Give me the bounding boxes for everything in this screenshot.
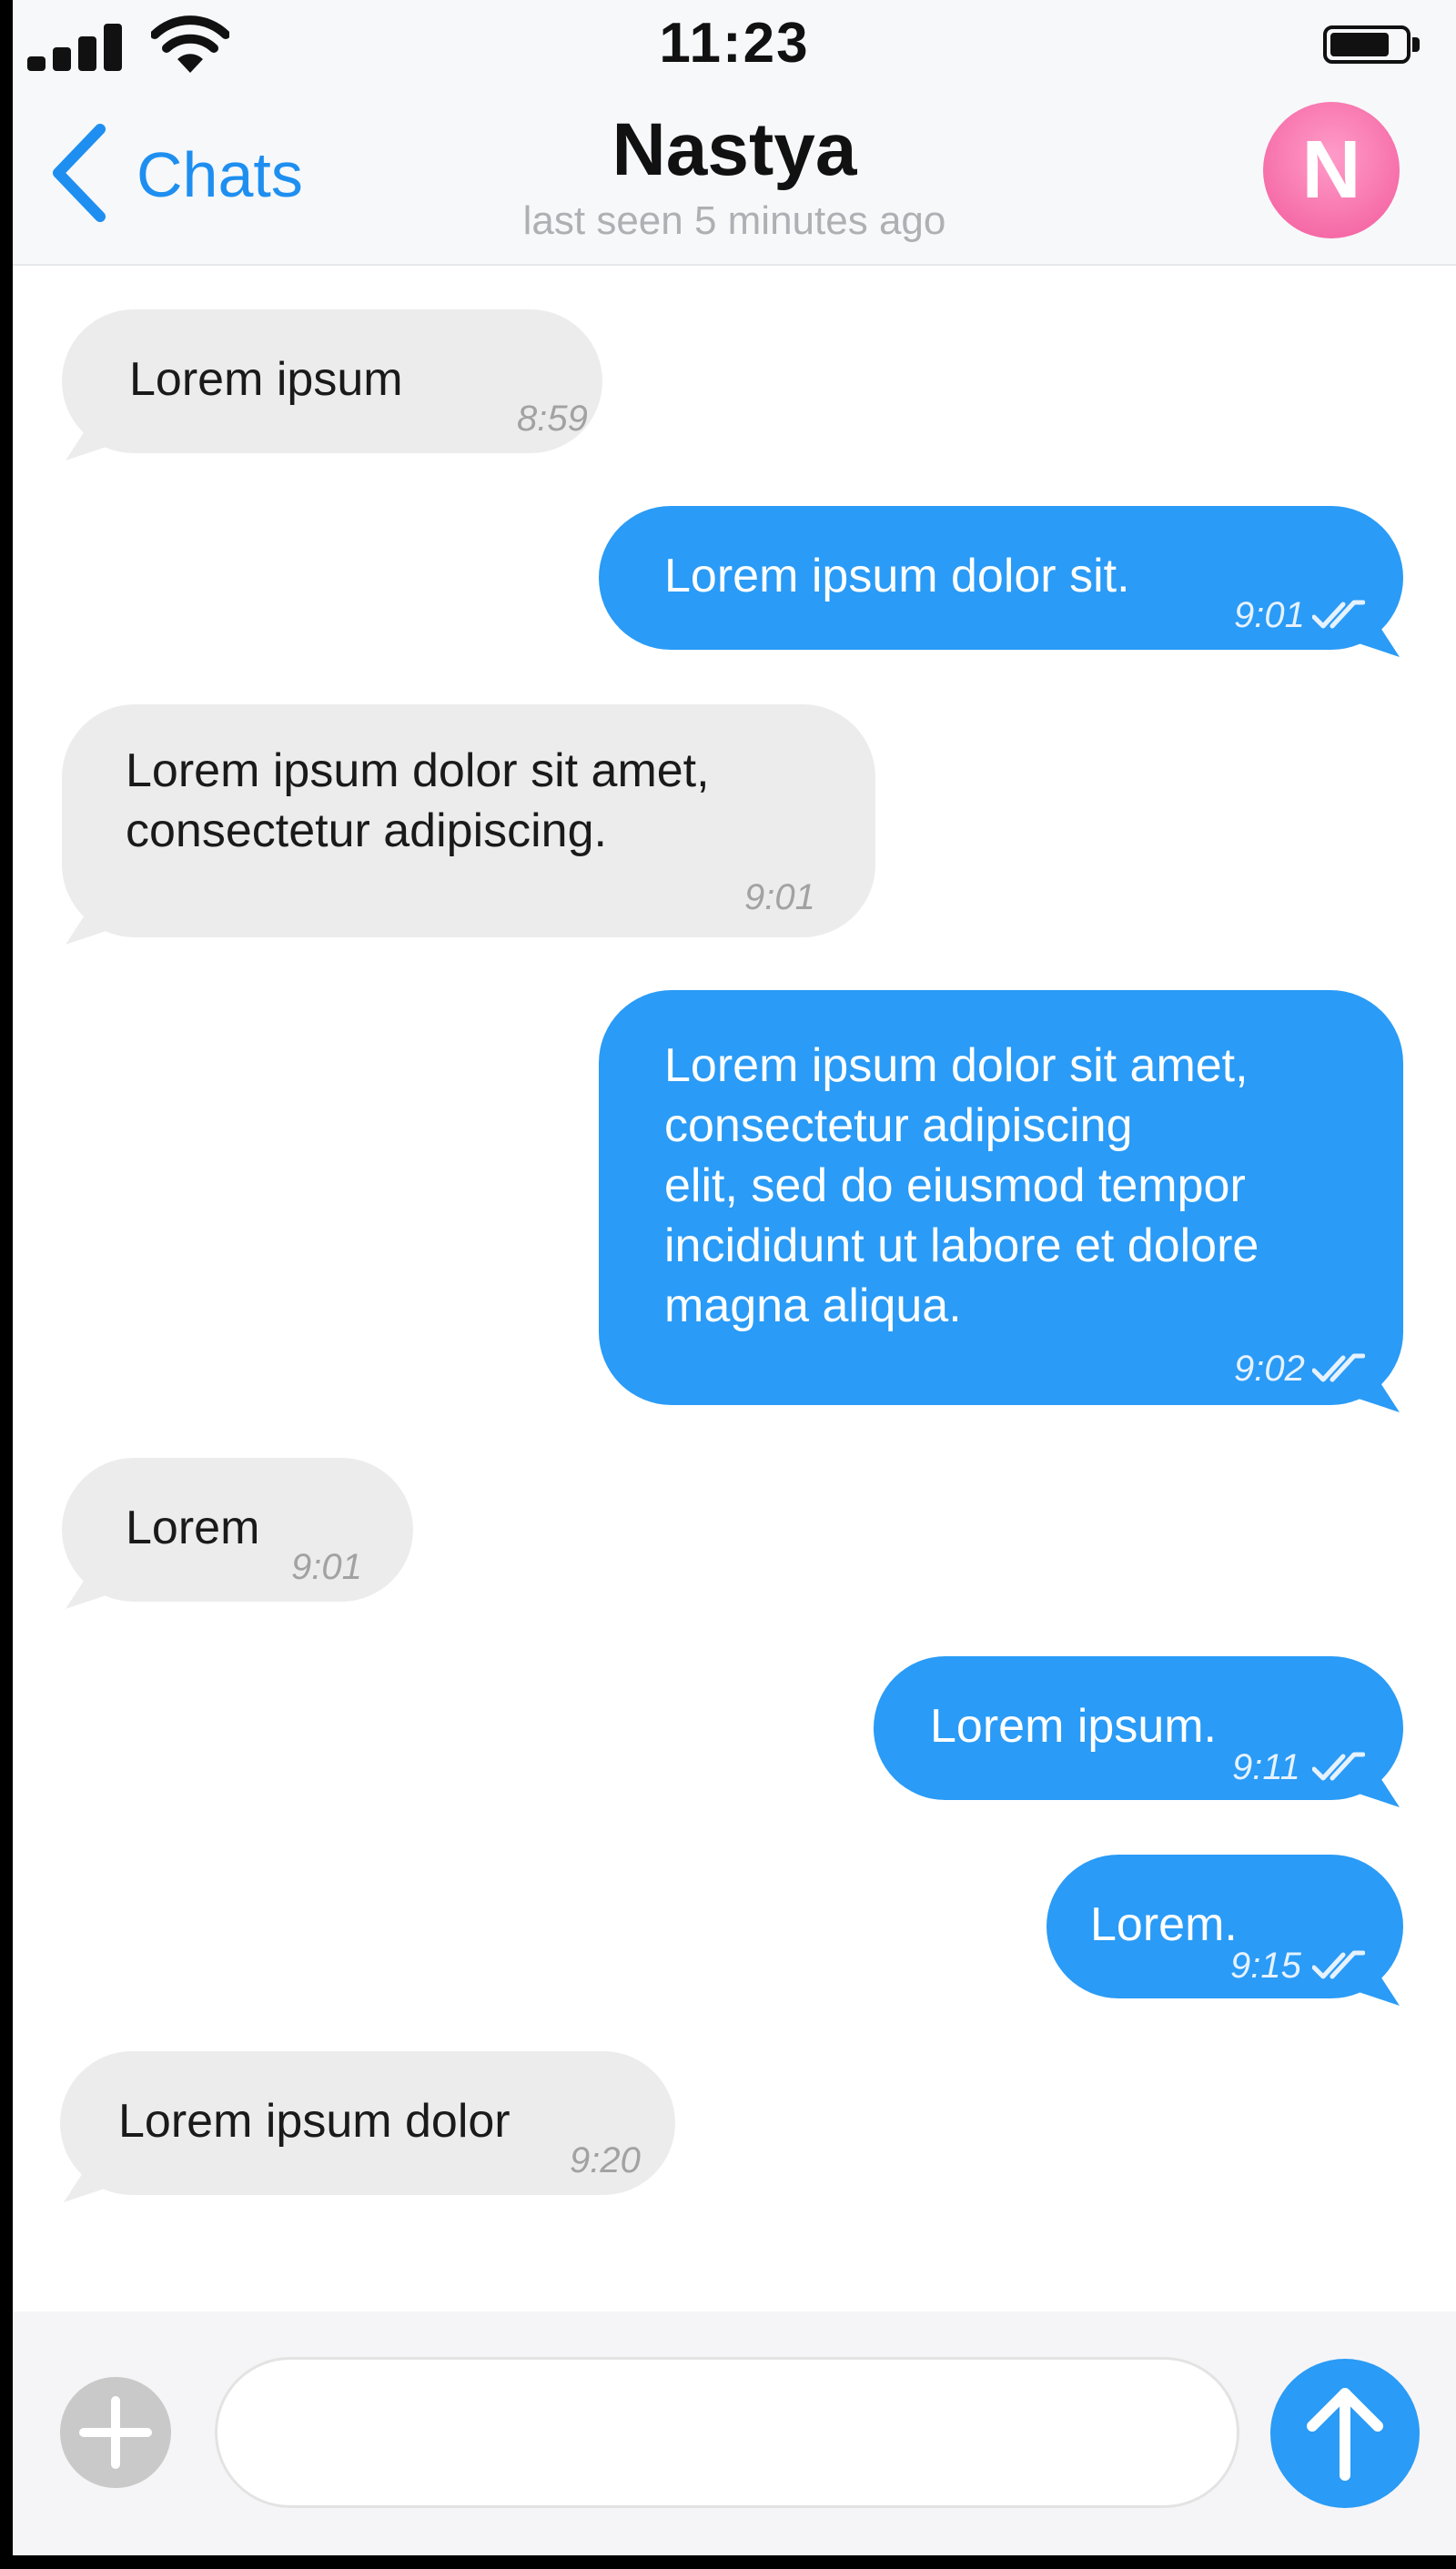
double-check-icon [1312,1752,1365,1781]
message-time: 9:11 [1232,1747,1300,1787]
message-bubble-outgoing[interactable]: Lorem ipsum. 9:11 [874,1656,1403,1807]
message-text: Lorem ipsum. [930,1700,1217,1753]
message-text: Lorem [126,1502,260,1554]
message-bubble-outgoing[interactable]: Lorem ipsum dolor sit amet, consectetur … [599,990,1403,1412]
double-check-icon [1312,600,1365,629]
avatar[interactable]: N [1263,102,1400,238]
chat-header: Chats Nastya last seen 5 minutes ago N [13,91,1456,266]
message-bubble-outgoing[interactable]: Lorem ipsum dolor sit. 9:01 [599,506,1403,657]
send-button[interactable] [1270,2359,1420,2508]
message-time: 9:15 [1230,1946,1301,1986]
composer-bar [13,2311,1456,2555]
message-text: Lorem ipsum dolor sit amet, consectetur … [126,744,710,857]
message-bubble-incoming[interactable]: Lorem 9:01 [62,1458,413,1609]
message-time: 9:01 [291,1547,362,1587]
message-time: 9:01 [744,877,815,917]
message-input[interactable] [215,2357,1239,2508]
message-text: Lorem ipsum [129,353,403,406]
message-time: 9:02 [1234,1349,1305,1389]
message-bubble-incoming[interactable]: Lorem ipsum dolor sit amet, consectetur … [62,704,875,945]
message-time: 9:20 [570,2140,641,2180]
arrow-up-icon [1307,2388,1383,2481]
chat-screen: 11:23 Chats Nastya last seen 5 minutes a… [13,0,1456,2555]
message-bubble-incoming[interactable]: Lorem ipsum 8:59 [62,309,602,460]
message-text: Lorem. [1090,1898,1238,1951]
double-check-icon [1312,1353,1365,1382]
contact-name: Nastya [612,108,857,191]
double-check-icon [1312,1950,1365,1979]
message-bubble-outgoing[interactable]: Lorem. 9:15 [1046,1855,1403,2006]
message-time: 9:01 [1234,595,1305,635]
message-bubble-incoming[interactable]: Lorem ipsum dolor 9:20 [60,2051,675,2202]
message-text: Lorem ipsum dolor [118,2095,511,2148]
status-time: 11:23 [659,12,810,75]
attach-button[interactable] [60,2377,171,2488]
last-seen-status: last seen 5 minutes ago [522,198,946,243]
battery-icon [1323,25,1421,67]
message-text: Lorem ipsum dolor sit amet, consectetur … [664,1039,1259,1332]
status-bar: 11:23 [13,0,1456,91]
message-text: Lorem ipsum dolor sit. [664,550,1130,602]
message-time: 8:59 [517,399,588,439]
plus-icon [79,2396,152,2469]
